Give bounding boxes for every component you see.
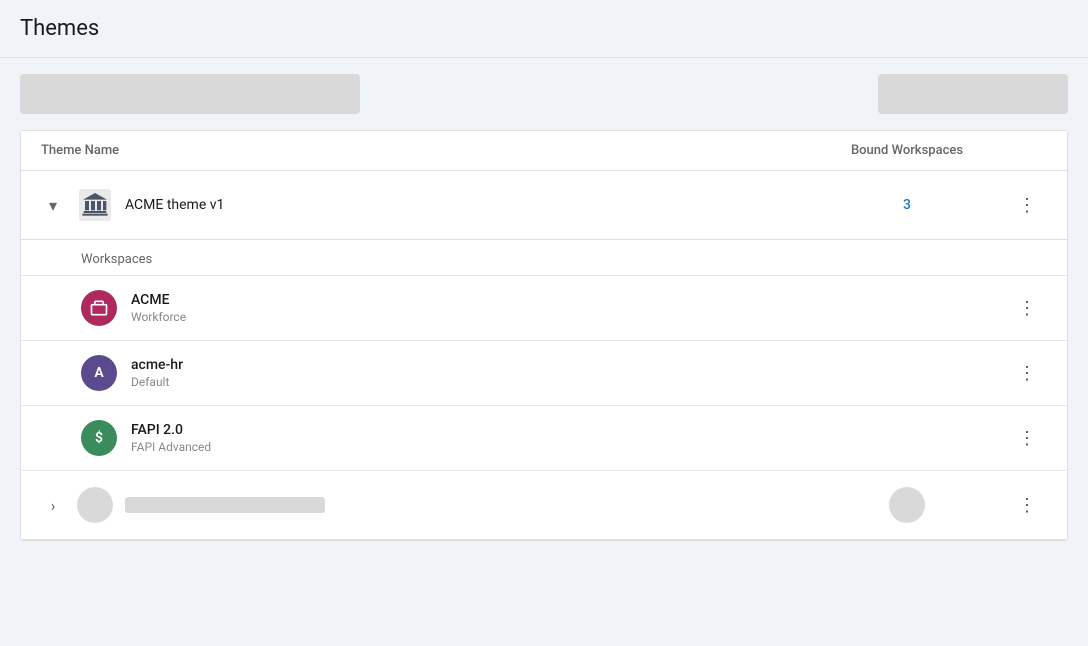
workspace-avatar-fapi: $ (81, 420, 117, 456)
chevron-right-icon[interactable]: › (41, 493, 65, 517)
create-theme-button[interactable] (878, 74, 1068, 114)
workspace-info-acme: ACME Workforce (131, 292, 1007, 324)
workspace-avatar-letter-acme-hr: A (94, 365, 103, 381)
workspace-more-button-acme[interactable]: ⋮ (1007, 288, 1047, 328)
theme-icon-bank (77, 187, 113, 223)
workspace-type-acme: Workforce (131, 310, 1007, 324)
workspace-info-acme-hr: acme-hr Default (131, 357, 1007, 389)
workspace-avatar-acme (81, 290, 117, 326)
workspace-row-fapi: $ FAPI 2.0 FAPI Advanced ⋮ (21, 406, 1067, 471)
chevron-down-icon[interactable]: ▾ (41, 193, 65, 217)
workspace-type-acme-hr: Default (131, 375, 1007, 389)
col-bound-workspaces: Bound Workspaces (807, 143, 1007, 158)
collapsed-bound-placeholder (807, 487, 1007, 523)
workspace-avatar-letter-fapi: $ (95, 430, 103, 446)
table-header: Theme Name Bound Workspaces (21, 131, 1067, 171)
page-header: Themes (0, 0, 1088, 58)
bound-count-acme[interactable]: 3 (807, 197, 1007, 213)
workspace-type-fapi: FAPI Advanced (131, 440, 1007, 454)
workspace-name-acme-hr: acme-hr (131, 357, 1007, 373)
theme-row-acme[interactable]: ▾ ACME theme v1 3 ⋮ (21, 171, 1067, 240)
toolbar (0, 58, 1088, 130)
theme-more-button-acme[interactable]: ⋮ (1007, 185, 1047, 225)
workspace-more-button-fapi[interactable]: ⋮ (1007, 418, 1047, 458)
workspace-name-acme: ACME (131, 292, 1007, 308)
workspace-avatar-acme-hr: A (81, 355, 117, 391)
col-theme-name: Theme Name (41, 143, 807, 158)
workspace-row-acme-hr: A acme-hr Default ⋮ (21, 341, 1067, 406)
collapsed-theme-more-button[interactable]: ⋮ (1007, 485, 1047, 525)
themes-table: Theme Name Bound Workspaces ▾ ACME theme… (20, 130, 1068, 541)
workspaces-section: Workspaces ACME Workforce ⋮ A acme-hr De (21, 240, 1067, 471)
theme-row-collapsed[interactable]: › ⋮ (21, 471, 1067, 540)
collapsed-theme-name-placeholder (125, 497, 807, 513)
workspace-more-button-acme-hr[interactable]: ⋮ (1007, 353, 1047, 393)
search-input[interactable] (20, 74, 360, 114)
workspace-row-acme: ACME Workforce ⋮ (21, 276, 1067, 341)
page-title: Themes (20, 16, 1068, 41)
workspace-name-fapi: FAPI 2.0 (131, 422, 1007, 438)
workspace-info-fapi: FAPI 2.0 FAPI Advanced (131, 422, 1007, 454)
toolbar-left (20, 74, 360, 114)
collapsed-theme-bar (125, 497, 325, 513)
workspaces-label: Workspaces (21, 240, 1067, 276)
collapsed-theme-icon-placeholder (77, 487, 113, 523)
theme-name-acme: ACME theme v1 (125, 197, 807, 213)
collapsed-bound-circle (889, 487, 925, 523)
